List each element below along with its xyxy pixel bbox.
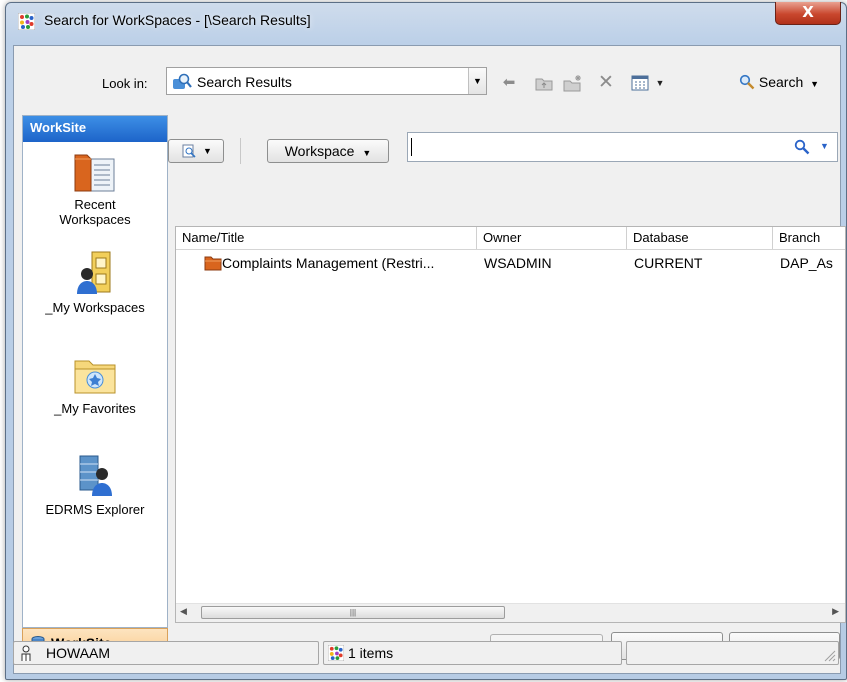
results-table: Name/Title Owner Database Branch Complai… bbox=[175, 226, 846, 623]
scroll-right-arrow-icon[interactable]: ▶ bbox=[832, 606, 839, 617]
cell-database: CURRENT bbox=[634, 255, 703, 271]
lookin-combobox[interactable]: Search Results ▼ bbox=[166, 67, 487, 95]
new-folder-icon[interactable] bbox=[562, 73, 584, 93]
dialog-window: Search for WorkSpaces - [\Search Results… bbox=[5, 2, 847, 680]
delete-icon[interactable]: ✕ bbox=[596, 73, 616, 93]
sidebar-header: WorkSite bbox=[23, 116, 167, 142]
resize-grip-icon[interactable] bbox=[822, 648, 836, 662]
window-title: Search for WorkSpaces - [\Search Results… bbox=[44, 12, 311, 28]
lookin-value: Search Results bbox=[197, 74, 292, 90]
search-icon bbox=[739, 74, 755, 90]
sidebar-item-recent-workspaces[interactable]: Recent Workspaces bbox=[23, 145, 167, 227]
search-menu-button[interactable]: Search ▼ bbox=[739, 74, 819, 90]
view-dropdown-arrow-icon[interactable]: ▼ bbox=[654, 73, 666, 93]
cell-name-title: Complaints Management (Restri... bbox=[222, 255, 435, 271]
search-input[interactable]: ▼ bbox=[407, 132, 838, 162]
column-header-branch[interactable]: Branch bbox=[773, 227, 845, 249]
status-user-pane: HOWAAM bbox=[13, 641, 319, 665]
status-bar: HOWAAM 1 items bbox=[13, 641, 839, 666]
chevron-down-icon: ▼ bbox=[362, 148, 372, 158]
workspace-folder-icon bbox=[204, 256, 222, 271]
places-sidebar: WorkSite Recent Workspaces _My Workspace… bbox=[22, 115, 168, 628]
chevron-down-icon[interactable]: ▼ bbox=[468, 68, 486, 94]
table-header: Name/Title Owner Database Branch bbox=[176, 227, 845, 250]
scroll-left-arrow-icon[interactable]: ◀ bbox=[180, 606, 187, 617]
horizontal-scrollbar[interactable]: ◀ ||| ▶ bbox=[176, 603, 845, 622]
dialog-client-area: Look in: Search Results ▼ ⬅ ✕ ▼ Search ▼… bbox=[13, 45, 846, 674]
up-folder-icon[interactable] bbox=[534, 73, 554, 93]
sidebar-item-label: _My Workspaces bbox=[45, 300, 145, 315]
close-icon: X bbox=[802, 3, 814, 21]
column-header-owner[interactable]: Owner bbox=[477, 227, 627, 249]
workspace-scope-button[interactable]: Workspace ▼ bbox=[267, 139, 389, 163]
sidebar-item-my-favorites[interactable]: _My Favorites bbox=[23, 349, 167, 416]
cell-owner: WSADMIN bbox=[484, 255, 552, 271]
worksite-app-icon bbox=[328, 645, 344, 661]
sidebar-item-label: Recent bbox=[74, 197, 116, 212]
title-bar[interactable]: Search for WorkSpaces - [\Search Results… bbox=[6, 2, 846, 37]
column-header-name-title[interactable]: Name/Title bbox=[176, 227, 477, 249]
window-close-button[interactable]: X bbox=[775, 2, 841, 25]
sidebar-item-label: Workspaces bbox=[59, 212, 131, 227]
search-options-icon bbox=[182, 144, 196, 158]
search-results-icon bbox=[173, 73, 192, 89]
cell-branch: DAP_As bbox=[780, 255, 833, 271]
scrollbar-thumb[interactable]: ||| bbox=[201, 606, 505, 619]
status-user: HOWAAM bbox=[46, 645, 111, 661]
sidebar-item-my-workspaces[interactable]: _My Workspaces bbox=[23, 248, 167, 315]
table-row[interactable]: Complaints Management (Restri... WSADMIN… bbox=[176, 253, 845, 273]
status-item-count: 1 items bbox=[348, 645, 394, 661]
sidebar-item-label: EDRMS Explorer bbox=[45, 502, 145, 517]
search-options-button[interactable]: ▼ bbox=[168, 139, 224, 163]
user-icon bbox=[21, 645, 31, 661]
recent-workspaces-icon bbox=[74, 154, 115, 192]
worksite-app-icon bbox=[18, 13, 35, 30]
sidebar-item-edrms-explorer[interactable]: EDRMS Explorer bbox=[23, 450, 167, 517]
search-menu-label: Search bbox=[758, 74, 804, 90]
search-menu-arrow-icon: ▼ bbox=[810, 79, 820, 89]
search-dropdown-arrow-icon[interactable]: ▼ bbox=[820, 141, 829, 151]
back-arrow-icon[interactable]: ⬅ bbox=[499, 73, 519, 93]
search-icon[interactable] bbox=[794, 139, 810, 155]
edrms-explorer-icon bbox=[79, 455, 112, 496]
toolbar-separator bbox=[240, 138, 241, 164]
view-menu-icon[interactable] bbox=[631, 73, 649, 93]
text-caret bbox=[411, 138, 412, 156]
chevron-down-icon: ▼ bbox=[203, 146, 212, 156]
status-extra-pane bbox=[626, 641, 839, 665]
column-header-database[interactable]: Database bbox=[627, 227, 773, 249]
sidebar-item-label: _My Favorites bbox=[54, 401, 136, 416]
workspace-scope-label: Workspace bbox=[284, 143, 355, 159]
my-workspaces-icon bbox=[77, 251, 111, 294]
favorites-folder-icon bbox=[74, 360, 116, 394]
status-count-pane: 1 items bbox=[323, 641, 622, 665]
lookin-label: Look in: bbox=[102, 76, 148, 91]
